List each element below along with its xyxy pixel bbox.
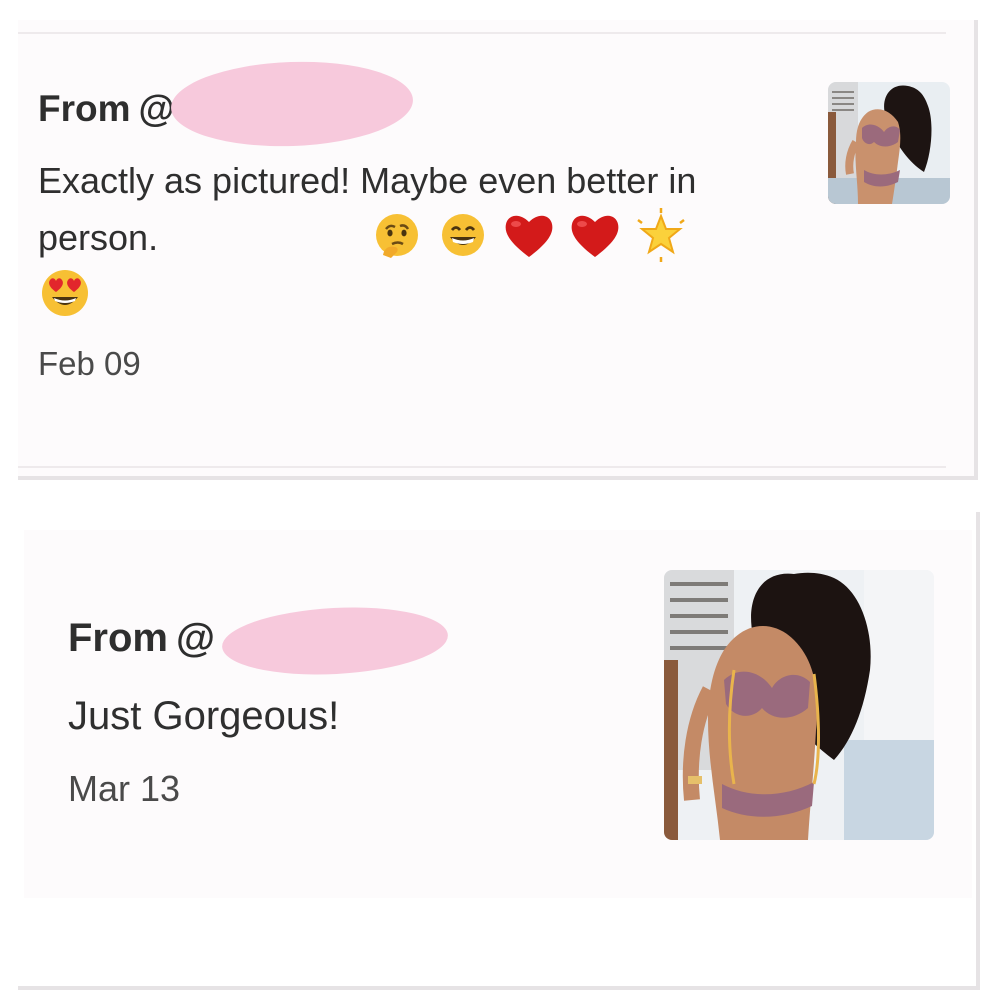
review-author-row: From @	[38, 88, 175, 130]
redaction-mark	[220, 602, 450, 680]
emoji-row	[370, 208, 688, 262]
review-card: From @ Exactly as pictured! Maybe even b…	[18, 20, 978, 480]
review-date: Feb 09	[38, 345, 141, 382]
author-handle[interactable]: @	[176, 616, 215, 661]
review-card-body: From @ Just Gorgeous! Mar 13	[24, 530, 972, 898]
product-photo-thumbnail[interactable]	[828, 82, 950, 204]
heart-eyes-face-icon	[38, 266, 92, 320]
review-text: Just Gorgeous!	[68, 694, 340, 738]
author-handle[interactable]: @	[139, 88, 175, 130]
from-label: From	[68, 616, 168, 660]
red-heart-icon	[502, 208, 556, 262]
screenshot-collage: From @ Exactly as pictured! Maybe even b…	[0, 0, 1000, 1000]
divider	[18, 466, 946, 468]
review-date: Mar 13	[68, 768, 181, 809]
grinning-face-icon	[436, 208, 490, 262]
thinking-face-icon	[370, 208, 424, 262]
product-photo-thumbnail[interactable]	[664, 570, 934, 840]
divider	[18, 32, 946, 34]
from-label: From	[38, 88, 131, 129]
glowing-star-icon	[634, 208, 688, 262]
red-heart-icon	[568, 208, 622, 262]
redaction-mark	[169, 57, 415, 151]
review-card: From @ Just Gorgeous! Mar 13	[18, 512, 980, 990]
review-author-row: From @	[68, 616, 215, 661]
